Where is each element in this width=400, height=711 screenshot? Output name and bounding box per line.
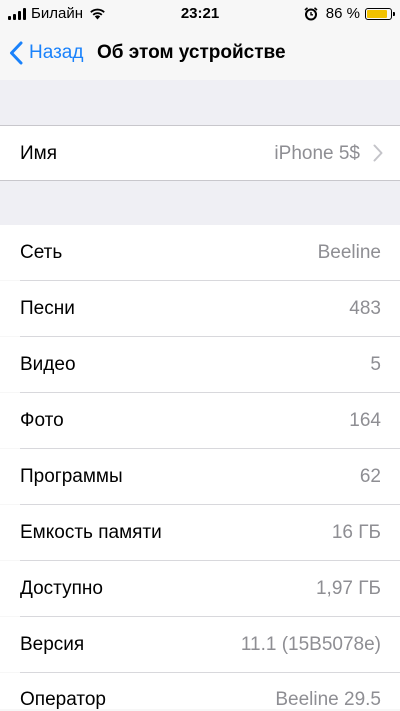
- section-spacer: [0, 180, 400, 226]
- alarm-icon: [304, 6, 318, 20]
- row-label: Оператор: [20, 689, 106, 710]
- list-item: Версия 11.1 (15B5078e): [0, 617, 400, 672]
- row-label: Видео: [20, 353, 76, 375]
- page-title: Об этом устройстве: [97, 42, 286, 63]
- row-label: Фото: [20, 409, 64, 431]
- name-label: Имя: [20, 142, 58, 164]
- list-item: Программы 62: [0, 449, 400, 504]
- row-value: 164: [349, 409, 381, 431]
- section-spacer: [0, 80, 400, 126]
- back-button[interactable]: Назад: [9, 41, 83, 65]
- list-item: Емкость памяти 16 ГБ: [0, 505, 400, 560]
- battery-percent: 86 %: [325, 5, 360, 22]
- row-label: Емкость памяти: [20, 521, 162, 543]
- row-label: Песни: [20, 297, 75, 319]
- list-item: Фото 164: [0, 393, 400, 448]
- row-label: Доступно: [20, 577, 103, 599]
- navigation-bar: Назад Об этом устройстве: [0, 28, 400, 80]
- back-label: Назад: [29, 42, 84, 63]
- chevron-left-icon: [10, 41, 23, 65]
- row-value: 1,97 ГБ: [315, 577, 381, 599]
- row-value: Beeline: [317, 241, 381, 263]
- chevron-right-icon: [373, 144, 383, 162]
- status-bar: Билайн 23:21 86 %: [0, 0, 400, 28]
- list-item: Оператор Beeline 29.5: [0, 673, 400, 710]
- status-right: 86 %: [304, 5, 395, 22]
- row-value: 62: [359, 465, 381, 487]
- name-row[interactable]: Имя iPhone 5$: [0, 126, 400, 181]
- battery-fill: [367, 9, 387, 18]
- row-value: 483: [349, 297, 381, 319]
- list-item: Доступно 1,97 ГБ: [0, 561, 400, 616]
- row-label: Версия: [20, 633, 85, 655]
- row-value: 11.1 (15B5078e): [240, 633, 381, 655]
- name-value: iPhone 5$: [274, 142, 360, 164]
- row-value: 16 ГБ: [331, 521, 381, 543]
- row-value: Beeline 29.5: [275, 689, 381, 710]
- row-label: Программы: [20, 465, 123, 487]
- battery-icon: [365, 7, 395, 20]
- list-item: Сеть Beeline: [0, 225, 400, 280]
- row-value: 5: [370, 353, 381, 375]
- list-item: Песни 483: [0, 281, 400, 336]
- row-label: Сеть: [20, 241, 63, 263]
- list-item: Видео 5: [0, 337, 400, 392]
